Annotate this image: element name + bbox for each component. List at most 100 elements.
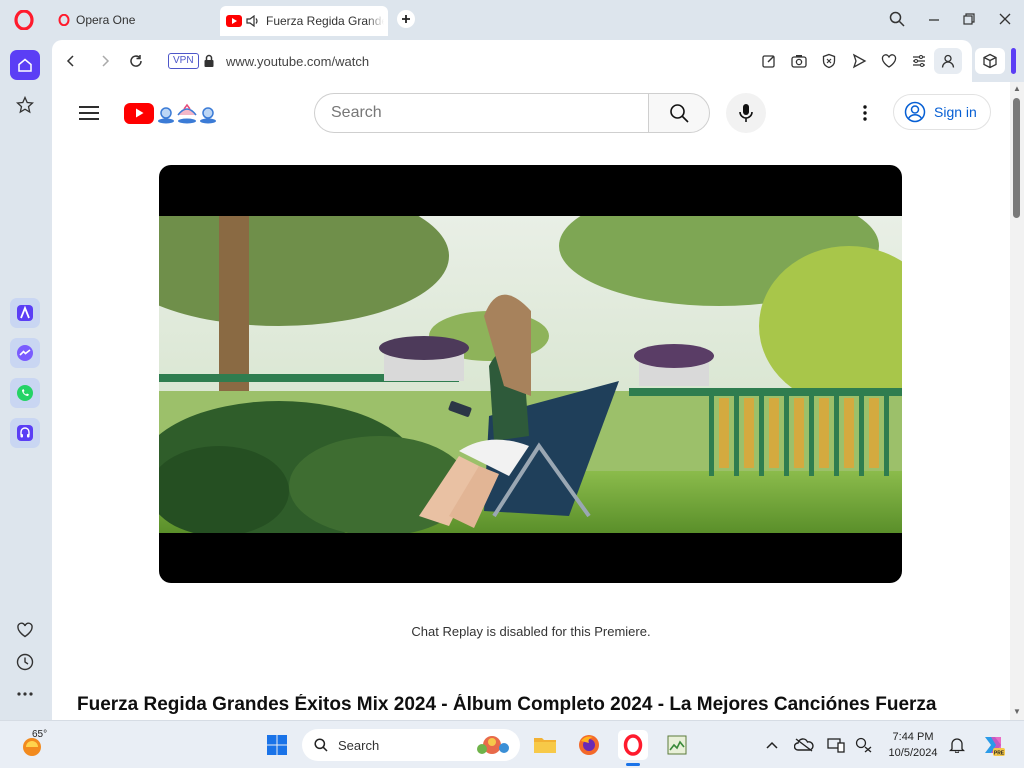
tab-search-icon[interactable] [886,8,908,30]
reload-button[interactable] [127,52,145,70]
sidebar-accent-bar [1011,48,1016,74]
cube-icon [983,53,997,69]
url-field[interactable]: www.youtube.com/watch [226,54,369,69]
scroll-up-icon[interactable]: ▲ [1012,84,1022,94]
home-icon [18,58,32,72]
video-frame [159,216,902,533]
user-icon [941,54,955,68]
voice-search-button[interactable] [726,93,766,133]
tab-bar: Opera One Fuerza Regida Grandes Éxitos M… [0,0,1024,40]
tab-title: Fuerza Regida Grandes Éxitos Mix 2024 [266,14,384,28]
profile-button[interactable] [934,48,962,74]
file-explorer-icon[interactable] [530,730,560,760]
show-hidden-icons-chevron-up-icon[interactable] [758,730,786,760]
plus-icon [402,15,410,23]
search-input[interactable]: Search [314,93,648,133]
messenger-icon [17,345,33,361]
task-manager-icon[interactable] [662,730,692,760]
opera-menu-icon[interactable] [14,9,34,31]
star-icon [16,96,34,114]
sidebar-messenger-button[interactable] [10,338,40,368]
chat-replay-note: Chat Replay is disabled for this Premier… [411,624,651,639]
page-scrollbar[interactable]: ▲ ▼ [1010,82,1024,720]
speaker-icon[interactable] [246,15,260,27]
windows-logo-icon [267,735,287,755]
sidebar-whatsapp-button[interactable] [10,378,40,408]
adblock-shield-icon[interactable] [820,52,838,70]
taskbar-search-label: Search [338,737,380,753]
scroll-down-icon[interactable]: ▼ [1012,707,1022,717]
whatsapp-icon [17,385,33,401]
display-connect-icon[interactable] [822,730,850,760]
address-bar: VPN www.youtube.com/watch [52,40,972,82]
tab-opera-one[interactable]: Opera One [52,6,212,34]
send-icon[interactable] [850,52,868,70]
hamburger-menu-icon[interactable] [78,104,100,122]
vpn-badge[interactable]: VPN [168,53,199,69]
microphone-icon [739,104,753,122]
more-horizontal-icon [17,692,33,696]
tab-youtube-video[interactable]: Fuerza Regida Grandes Éxitos Mix 2024 [220,6,388,36]
sidebar-music-player-button[interactable] [10,418,40,448]
youtube-doodle-icon [158,103,216,124]
aria-icon [17,305,33,321]
edit-icon[interactable] [760,52,778,70]
sign-in-button[interactable]: Sign in [893,94,991,130]
sidebar-favorites-button[interactable] [10,615,40,645]
music-player-icon [17,425,33,441]
heart-icon [17,622,33,638]
tab-title: Opera One [76,13,136,27]
restore-button[interactable] [958,8,980,30]
network-status-icon[interactable] [850,730,878,760]
notifications-bell-icon[interactable] [944,730,970,760]
onedrive-offline-icon[interactable] [790,730,818,760]
close-window-button[interactable] [994,8,1016,30]
clock-time: 7:44 PM [892,731,934,743]
account-circle-icon [904,101,926,123]
back-button[interactable] [62,52,80,70]
lock-icon[interactable] [200,52,218,70]
chevron-right-icon [102,55,110,67]
more-vertical-icon [863,105,867,121]
search-highlight-icon [477,736,509,754]
video-title: Fuerza Regida Grandes Éxitos Mix 2024 - … [77,694,937,715]
heart-icon[interactable] [880,52,898,70]
opera-taskbar-icon[interactable] [618,730,648,760]
sidebar-home-button[interactable] [10,50,40,80]
forward-button[interactable] [96,52,114,70]
firefox-icon[interactable] [574,730,604,760]
opera-sidebar [0,40,50,720]
youtube-play-icon [124,102,154,124]
active-app-indicator [626,763,640,766]
minimize-button[interactable] [923,8,945,30]
sidebar-speed-dial-button[interactable] [10,90,40,120]
camera-icon[interactable] [790,52,808,70]
easy-setup-icon[interactable] [910,52,928,70]
opera-tab-icon [58,14,70,26]
video-player[interactable] [159,165,902,583]
sidebar-aria-button[interactable] [10,298,40,328]
extensions-button[interactable] [975,48,1005,74]
taskbar-search[interactable]: Search [302,729,520,761]
weather-temperature: 65° [32,729,48,740]
new-tab-button[interactable] [397,10,415,28]
youtube-page: Search Sign in Chat Replay is disabled f… [52,82,1010,720]
scroll-thumb[interactable] [1013,98,1020,218]
sidebar-history-button[interactable] [10,647,40,677]
sign-in-label: Sign in [934,104,977,120]
system-clock[interactable]: 7:44 PM 10/5/2024 [882,729,944,761]
clock-icon [16,653,34,671]
reload-icon [130,55,142,67]
windows-taskbar: 65° Search 7:44 PM 10/5/2024 PRE [0,720,1024,768]
start-button[interactable] [262,730,292,760]
search-icon [670,104,689,123]
search-button[interactable] [648,93,710,133]
youtube-tab-icon [226,15,242,27]
chevron-left-icon [66,55,74,67]
search-icon [314,738,328,752]
sidebar-more-button[interactable] [10,679,40,709]
settings-more-button[interactable] [855,103,875,123]
clock-date: 10/5/2024 [888,747,938,759]
youtube-logo[interactable] [124,101,218,125]
copilot-icon[interactable]: PRE [978,730,1008,760]
